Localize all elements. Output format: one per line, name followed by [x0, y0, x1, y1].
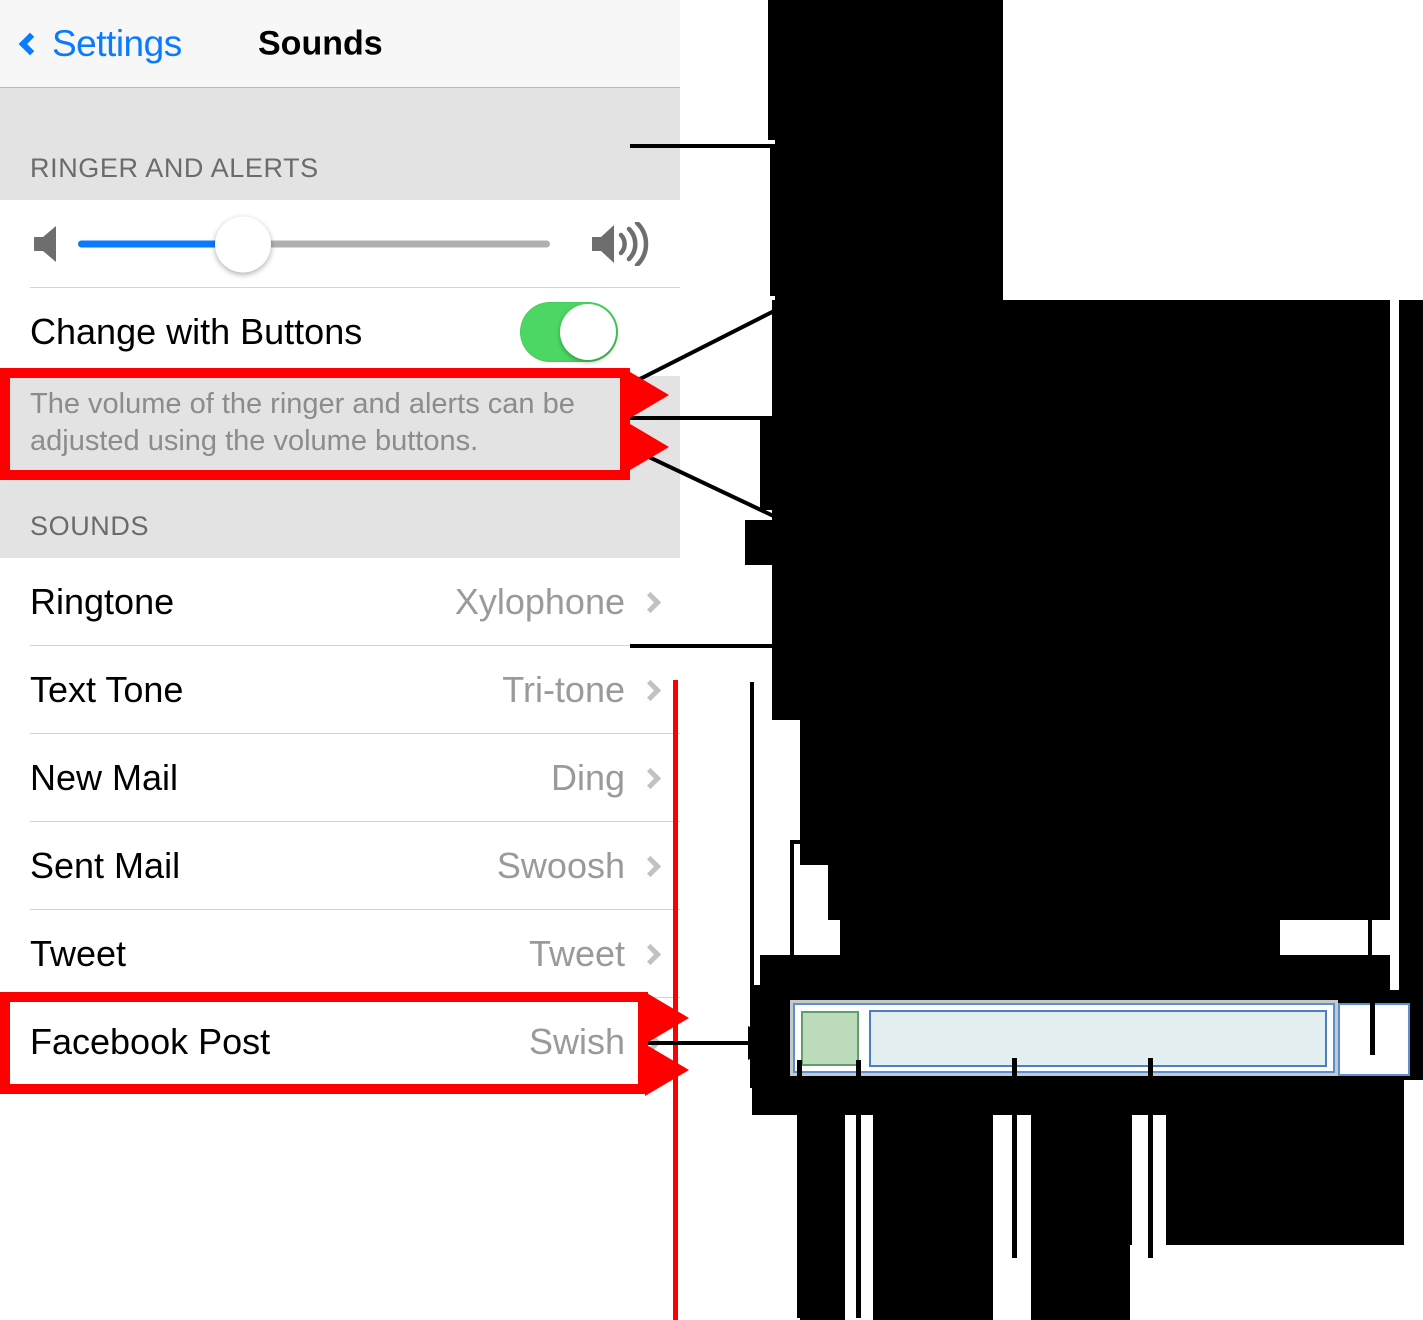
- redaction-block: [768, 0, 778, 140]
- redaction-block: [745, 520, 805, 565]
- change-with-buttons-toggle[interactable]: [520, 302, 618, 362]
- chevron-right-icon: [639, 591, 662, 613]
- redaction-block: [770, 148, 778, 296]
- callout-line: [1148, 1058, 1153, 1258]
- redaction-block: [760, 420, 1400, 510]
- callout-line: [1370, 1000, 1375, 1055]
- sound-row-value: Swish: [528, 1021, 625, 1062]
- pointer-arrow-icon: [748, 1026, 782, 1060]
- redaction-block: [760, 955, 1400, 1005]
- chevron-right-icon: [639, 679, 662, 701]
- speaker-high-icon: [592, 222, 649, 266]
- redaction-block: [800, 505, 1394, 865]
- chevron-right-icon: [639, 855, 662, 877]
- leader-line: [790, 840, 1370, 844]
- leader-line: [630, 644, 780, 648]
- section-header-ringer: RINGER AND ALERTS: [0, 88, 680, 200]
- redaction-block: [1398, 300, 1423, 1080]
- sound-row-right: Tri-tone: [502, 669, 662, 711]
- leader-line: [648, 1041, 753, 1045]
- sound-row-facebook-post[interactable]: Facebook Post Swish: [0, 998, 680, 1086]
- sound-row-value: Ding: [550, 757, 625, 798]
- chevron-right-icon: [639, 767, 662, 789]
- back-button-label: Settings: [52, 22, 182, 64]
- redaction-gap: [1130, 1245, 1405, 1320]
- sound-row-value: Swoosh: [496, 845, 625, 886]
- sound-row-right: Xylophone: [454, 581, 662, 623]
- navigation-bar: Settings Sounds: [0, 0, 680, 88]
- callout-line: [797, 1060, 802, 1318]
- sound-row-label: Tweet: [30, 933, 127, 974]
- redaction-gap: [1003, 0, 1403, 300]
- volume-slider-row[interactable]: [0, 200, 680, 288]
- sound-row-right: Swish: [528, 1021, 662, 1063]
- leader-line: [630, 144, 778, 148]
- widget-color-swatch[interactable]: [801, 1011, 859, 1066]
- speaker-low-icon: [34, 226, 56, 262]
- volume-track[interactable]: [78, 216, 550, 272]
- volume-slider-knob[interactable]: [215, 216, 272, 272]
- sound-row-sent-mail[interactable]: Sent Mail Swoosh: [0, 822, 680, 910]
- section-header-sounds-label: SOUNDS: [30, 511, 150, 541]
- toggle-knob: [560, 304, 616, 360]
- redaction-gap: [785, 1115, 797, 1320]
- back-button[interactable]: Settings: [18, 22, 182, 65]
- screenshot-root: Settings Sounds RINGER AND ALERTS Change…: [0, 0, 1423, 1320]
- callout-line: [856, 1060, 861, 1318]
- sound-row-right: Tweet: [528, 933, 662, 975]
- ios-settings-panel: Settings Sounds RINGER AND ALERTS Change…: [0, 0, 680, 1320]
- sound-row-right: Swoosh: [496, 845, 662, 887]
- volume-note-text: The volume of the ringer and alerts can …: [30, 388, 575, 458]
- highlight-arrow-icon: [625, 421, 669, 473]
- section-header-ringer-label: RINGER AND ALERTS: [30, 153, 319, 183]
- leader-line: [1368, 840, 1372, 1005]
- sound-row-right: Ding: [550, 757, 662, 799]
- sound-row-label: Text Tone: [30, 669, 184, 710]
- sound-row-value: Xylophone: [454, 581, 625, 622]
- sound-row-ringtone[interactable]: Ringtone Xylophone: [0, 558, 680, 646]
- sound-row-label: Facebook Post: [30, 1021, 271, 1062]
- redaction-block: [775, 0, 1003, 300]
- leader-line: [790, 840, 794, 1015]
- chevron-left-icon: [18, 32, 42, 55]
- sound-row-value: Tri-tone: [502, 669, 625, 710]
- sound-row-label: New Mail: [30, 757, 179, 798]
- highlight-arrow-icon: [625, 369, 669, 421]
- sound-row-label: Ringtone: [30, 581, 175, 622]
- section-header-sounds: SOUNDS: [0, 470, 680, 558]
- sound-row-value: Tweet: [528, 933, 625, 974]
- highlight-arrow-icon: [645, 1044, 689, 1096]
- sound-row-new-mail[interactable]: New Mail Ding: [0, 734, 680, 822]
- change-with-buttons-row[interactable]: Change with Buttons: [0, 288, 680, 376]
- redaction-gap: [1390, 300, 1399, 990]
- sound-row-text-tone[interactable]: Text Tone Tri-tone: [0, 646, 680, 734]
- redaction-block: [752, 1075, 1404, 1115]
- change-with-buttons-label: Change with Buttons: [30, 311, 363, 352]
- widget-text-input[interactable]: [869, 1010, 1327, 1067]
- chevron-right-icon: [639, 943, 662, 965]
- callout-line: [1012, 1058, 1017, 1258]
- page-title: Sounds: [258, 24, 383, 62]
- highlight-arrow-icon: [645, 992, 689, 1044]
- sound-row-label: Sent Mail: [30, 845, 181, 886]
- sound-row-tweet[interactable]: Tweet Tweet: [0, 910, 680, 998]
